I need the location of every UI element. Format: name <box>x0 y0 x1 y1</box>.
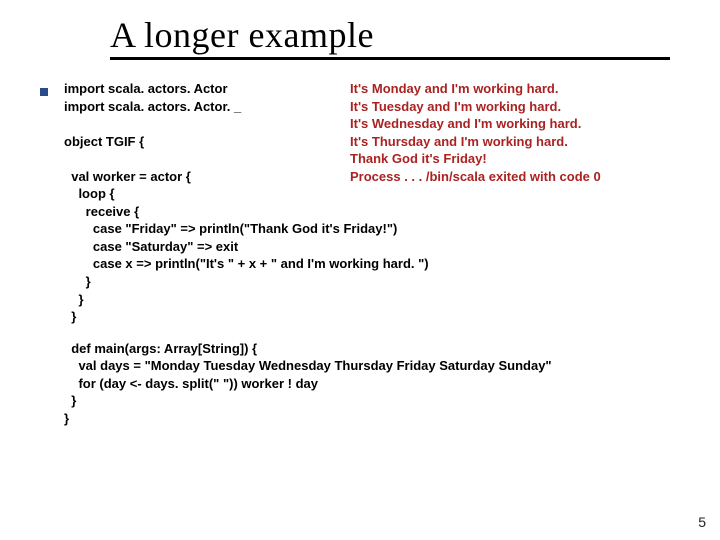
spacer <box>40 326 700 340</box>
title-wrap: A longer example <box>110 14 374 56</box>
code-and-output: import scala. actors. Actor import scala… <box>40 80 700 326</box>
program-output: It's Monday and I'm working hard. It's T… <box>350 80 601 185</box>
title-underline <box>110 57 670 60</box>
slide-title: A longer example <box>110 14 374 56</box>
page-number: 5 <box>698 514 706 530</box>
slide: A longer example import scala. actors. A… <box>0 0 720 540</box>
content-area: import scala. actors. Actor import scala… <box>40 80 700 427</box>
code-block-2: def main(args: Array[String]) { val days… <box>64 340 700 428</box>
